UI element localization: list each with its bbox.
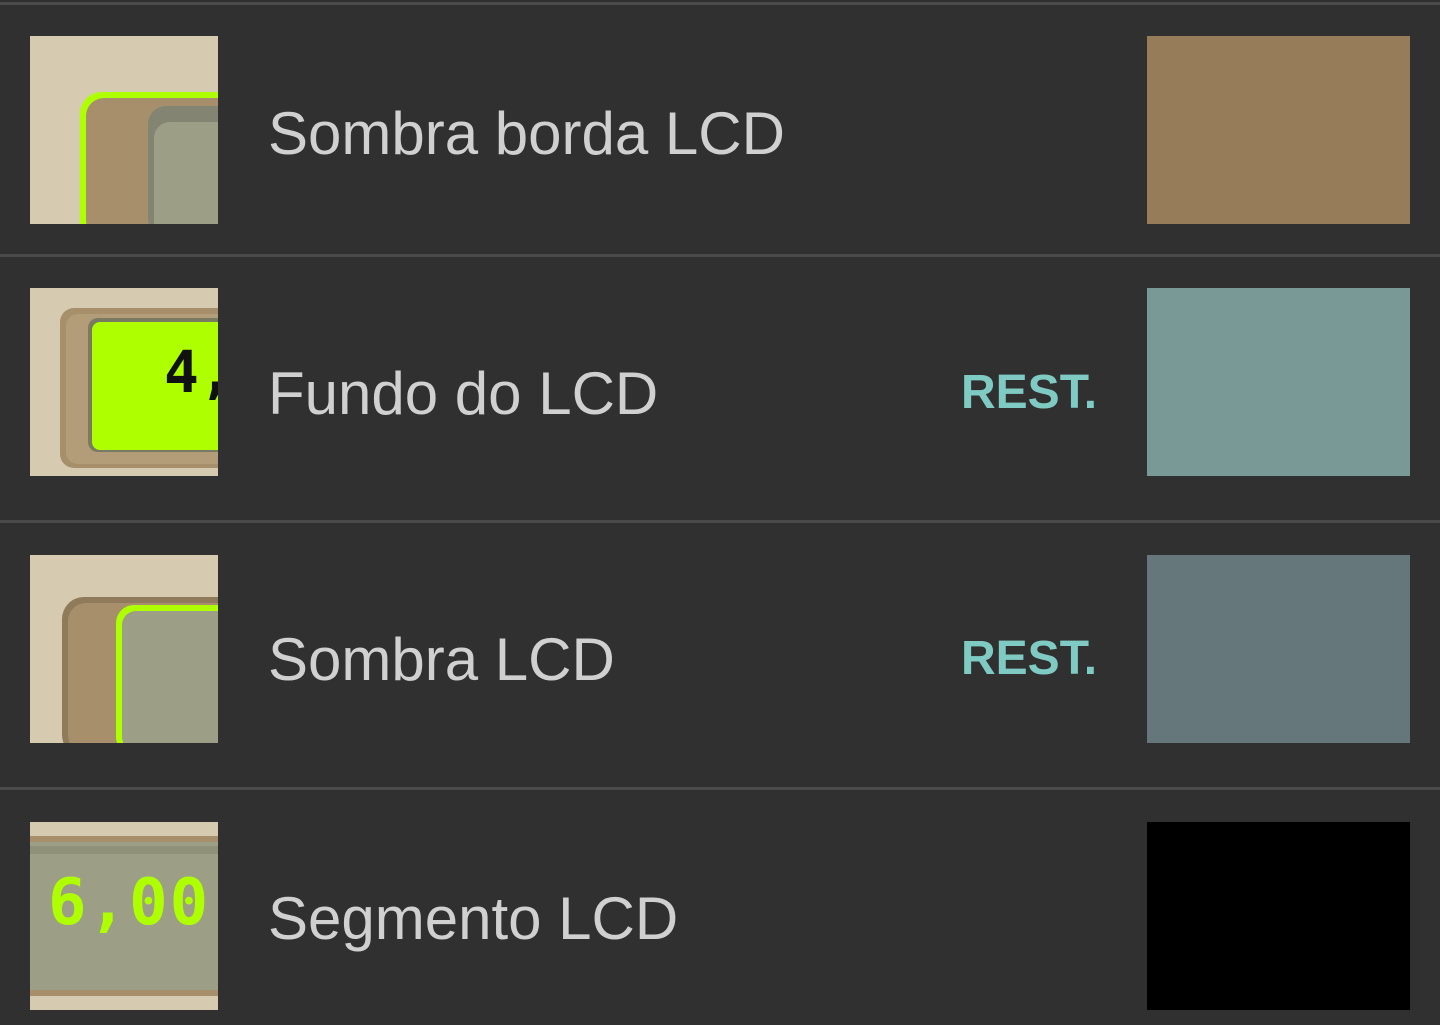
item-label: Segmento LCD (268, 885, 679, 952)
lcd-border-shadow-preview-icon (30, 36, 218, 224)
color-swatch[interactable] (1147, 822, 1410, 1010)
list-item-lcd-border-shadow[interactable]: Sombra borda LCD (0, 5, 1440, 254)
color-swatch[interactable] (1147, 36, 1410, 224)
list-item-lcd-segment[interactable]: 6,00 Segmento LCD (0, 790, 1440, 1025)
item-label: Sombra borda LCD (268, 100, 785, 167)
reset-button[interactable]: REST. (961, 369, 1097, 417)
lcd-segment-preview-icon: 6,00 (30, 822, 218, 1010)
lcd-shadow-preview-icon (30, 555, 218, 743)
color-swatch[interactable] (1147, 288, 1410, 476)
list-item-lcd-shadow[interactable]: Sombra LCD REST. (0, 523, 1440, 787)
reset-button[interactable]: REST. (961, 635, 1097, 683)
lcd-background-preview-icon: 4, (30, 288, 218, 476)
item-label: Sombra LCD (268, 626, 615, 693)
lcd-preview-digits: 6,00 (48, 866, 210, 940)
color-swatch[interactable] (1147, 555, 1410, 743)
color-settings-list: Sombra borda LCD 4, Fundo do LCD REST. (0, 0, 1440, 1025)
item-label: Fundo do LCD (268, 360, 659, 427)
lcd-preview-digits: 4, (164, 338, 218, 406)
list-item-lcd-background[interactable]: 4, Fundo do LCD REST. (0, 257, 1440, 520)
